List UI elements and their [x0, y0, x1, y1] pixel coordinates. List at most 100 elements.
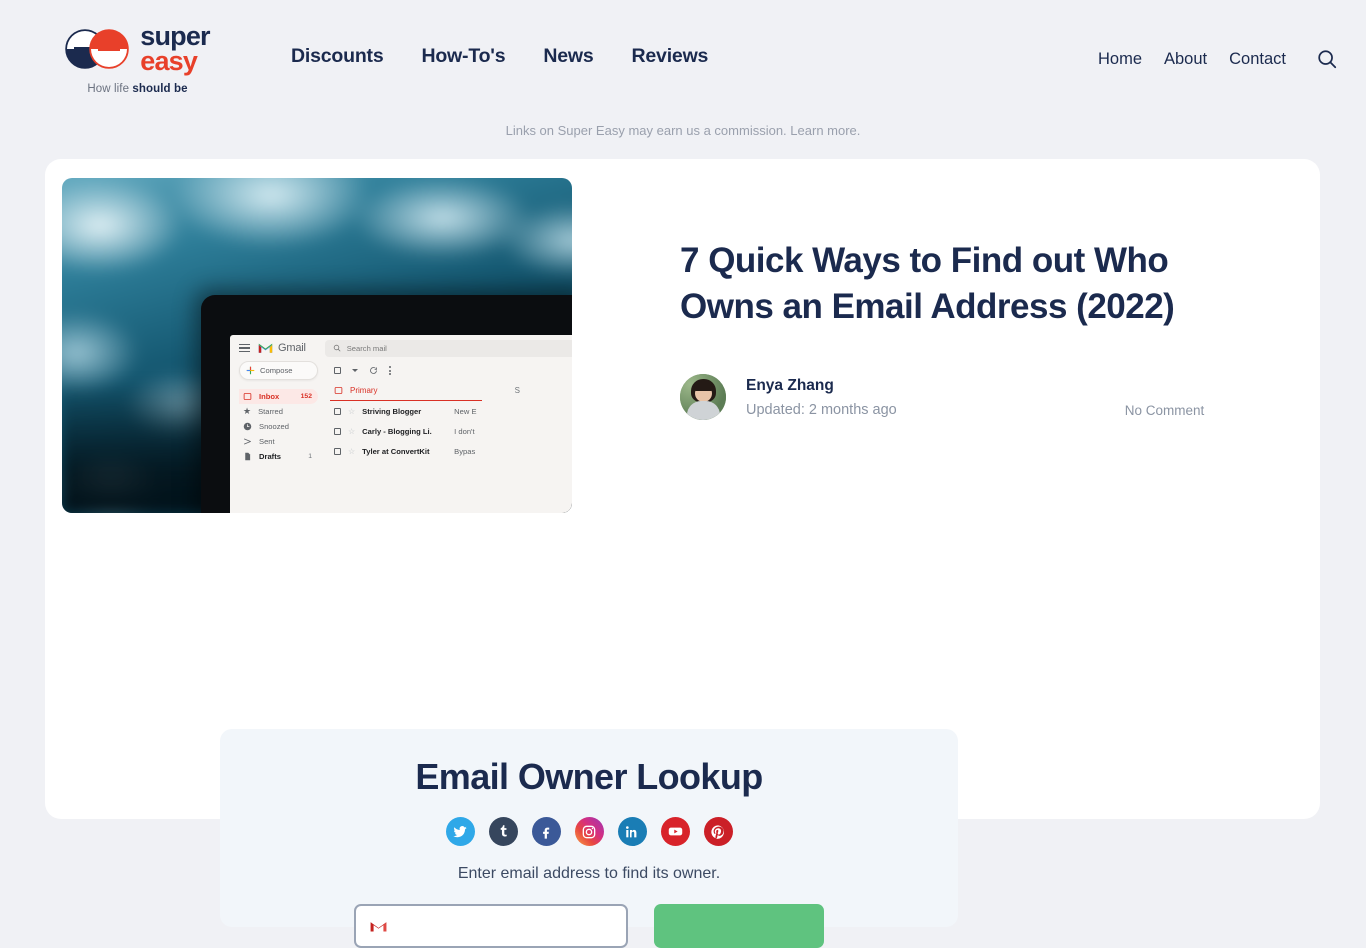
- nav-item-discounts[interactable]: Discounts: [291, 45, 384, 68]
- tagline-light: How life: [87, 83, 133, 96]
- gmail-logo: Gmail: [258, 342, 306, 354]
- inbox-icon: [334, 386, 343, 394]
- gmail-folder-label: Snoozed: [259, 422, 289, 431]
- document-icon: [245, 452, 251, 461]
- lookup-form: [220, 904, 958, 948]
- avatar-body: [687, 401, 720, 421]
- star-icon[interactable]: ☆: [348, 427, 355, 436]
- affiliate-disclaimer: Links on Super Easy may earn us a commis…: [0, 123, 1366, 138]
- gmail-body: Compose Inbox 152 ★ Starred Snoozed Sent…: [230, 361, 572, 513]
- nav-item-home[interactable]: Home: [1098, 50, 1142, 69]
- article-byline: Enya Zhang Updated: 2 months ago No Comm…: [680, 374, 1245, 421]
- gmail-tab-social: S: [514, 385, 520, 395]
- tablet-device: Gmail Search mail Compose Inbox 152 ★ St…: [201, 295, 572, 513]
- send-icon: [243, 438, 251, 445]
- message-sender: Tyler at ConvertKit: [362, 446, 430, 456]
- comment-count[interactable]: No Comment: [1125, 403, 1205, 418]
- gmail-compose-button[interactable]: Compose: [239, 361, 318, 380]
- search-icon: [1318, 50, 1337, 69]
- nav-item-reviews[interactable]: Reviews: [632, 45, 709, 68]
- star-icon[interactable]: ☆: [348, 407, 355, 416]
- nav-item-news[interactable]: News: [543, 45, 593, 68]
- tumblr-icon[interactable]: [488, 817, 518, 846]
- gmail-folder-starred[interactable]: ★ Starred: [239, 404, 318, 419]
- inbox-icon: [243, 393, 252, 400]
- facebook-icon[interactable]: [531, 817, 561, 846]
- gmail-search-placeholder: Search mail: [346, 343, 387, 353]
- author-name[interactable]: Enya Zhang: [746, 377, 897, 395]
- article-header-row: Gmail Search mail Compose Inbox 152 ★ St…: [45, 159, 1320, 513]
- email-input[interactable]: [396, 918, 601, 934]
- gmail-message-list: Primary S ☆ Striving Blogger New E ☆ Car…: [326, 361, 572, 513]
- gmail-message-row[interactable]: ☆ Tyler at ConvertKit Bypas: [330, 441, 572, 461]
- gmail-folder-label: Inbox: [259, 392, 280, 401]
- nav-item-about[interactable]: About: [1164, 50, 1207, 69]
- gmail-envelope-icon: [258, 343, 273, 353]
- site-logo[interactable]: super easy How life should be: [40, 0, 235, 95]
- gmail-folder-label: Sent: [259, 437, 275, 446]
- gmail-screenshot: Gmail Search mail Compose Inbox 152 ★ St…: [230, 335, 572, 513]
- logo-wordmark: super easy: [140, 22, 210, 77]
- instagram-icon[interactable]: [574, 817, 604, 846]
- message-sender: Striving Blogger: [362, 406, 422, 416]
- nav-item-contact[interactable]: Contact: [1229, 50, 1286, 69]
- logo-row: super easy: [65, 22, 211, 77]
- pinterest-icon[interactable]: [703, 817, 733, 846]
- gmail-folder-snoozed[interactable]: Snoozed: [239, 419, 318, 434]
- clock-icon: [243, 422, 252, 431]
- gmail-message-row[interactable]: ☆ Striving Blogger New E: [330, 401, 572, 421]
- more-options-icon[interactable]: [389, 366, 391, 375]
- gmail-search-icon: [333, 344, 341, 352]
- nav-item-how-tos[interactable]: How-To's: [421, 45, 505, 68]
- lookup-submit-button[interactable]: [654, 904, 824, 948]
- gmail-inbox-count: 152: [300, 393, 312, 400]
- primary-navigation: Discounts How-To's News Reviews: [291, 45, 708, 68]
- youtube-icon[interactable]: [660, 817, 690, 846]
- plus-icon: [246, 366, 255, 375]
- message-preview: I don't: [454, 426, 475, 436]
- refresh-icon[interactable]: [369, 366, 378, 375]
- gmail-topbar: Gmail Search mail: [230, 335, 572, 361]
- logo-tagline: How life should be: [87, 83, 187, 95]
- message-preview: Bypas: [454, 446, 476, 456]
- gmail-message-row[interactable]: ☆ Carly - Blogging Li. I don't: [330, 421, 572, 441]
- article-updated-date: Updated: 2 months ago: [746, 401, 897, 418]
- logo-text-easy: easy: [140, 46, 198, 77]
- site-header: super easy How life should be Discounts …: [0, 0, 1366, 115]
- author-avatar[interactable]: [680, 374, 726, 421]
- disclaimer-text: Links on Super Easy may earn us a commis…: [505, 123, 787, 138]
- message-sender: Carly - Blogging Li.: [362, 426, 432, 436]
- row-checkbox[interactable]: [334, 407, 341, 415]
- gmail-folder-drafts[interactable]: Drafts 1: [239, 449, 318, 464]
- gmail-folder-sent[interactable]: Sent: [239, 434, 318, 449]
- avatar-fringe: [694, 383, 713, 392]
- gmail-search-field[interactable]: Search mail: [324, 339, 572, 357]
- star-icon: ★: [243, 406, 252, 416]
- article-card: Gmail Search mail Compose Inbox 152 ★ St…: [45, 159, 1320, 948]
- gmail-envelope-icon: [370, 921, 387, 931]
- twitter-icon[interactable]: [445, 817, 475, 846]
- byline-text: Enya Zhang Updated: 2 months ago: [746, 377, 897, 418]
- row-checkbox[interactable]: [334, 427, 341, 435]
- tagline-bold: should be: [132, 83, 188, 96]
- gmail-sidebar: Compose Inbox 152 ★ Starred Snoozed Sent…: [230, 361, 326, 513]
- article-text-column: 7 Quick Ways to Find out Who Owns an Ema…: [572, 178, 1245, 513]
- gmail-tab-primary[interactable]: Primary S: [330, 380, 520, 401]
- disclaimer-learn-more-link[interactable]: Learn more.: [790, 123, 860, 138]
- gmail-drafts-count: 1: [308, 453, 312, 460]
- gmail-compose-label: Compose: [260, 366, 293, 375]
- hamburger-menu-icon[interactable]: [239, 343, 250, 353]
- star-icon[interactable]: ☆: [348, 447, 355, 456]
- gmail-brand-text: Gmail: [278, 342, 306, 354]
- row-checkbox[interactable]: [334, 447, 341, 455]
- gmail-folder-inbox[interactable]: Inbox 152: [239, 389, 318, 404]
- lookup-subtitle: Enter email address to find its owner.: [457, 865, 721, 882]
- chevron-down-icon[interactable]: [352, 369, 358, 372]
- search-button[interactable]: [1308, 48, 1338, 70]
- gmail-folder-label: Drafts: [259, 452, 281, 461]
- select-all-checkbox[interactable]: [334, 367, 341, 374]
- linkedin-icon[interactable]: [617, 817, 647, 846]
- page-title: 7 Quick Ways to Find out Who Owns an Ema…: [680, 241, 1175, 327]
- email-input-wrapper[interactable]: [354, 904, 628, 948]
- super-easy-logo-icon: [65, 29, 129, 69]
